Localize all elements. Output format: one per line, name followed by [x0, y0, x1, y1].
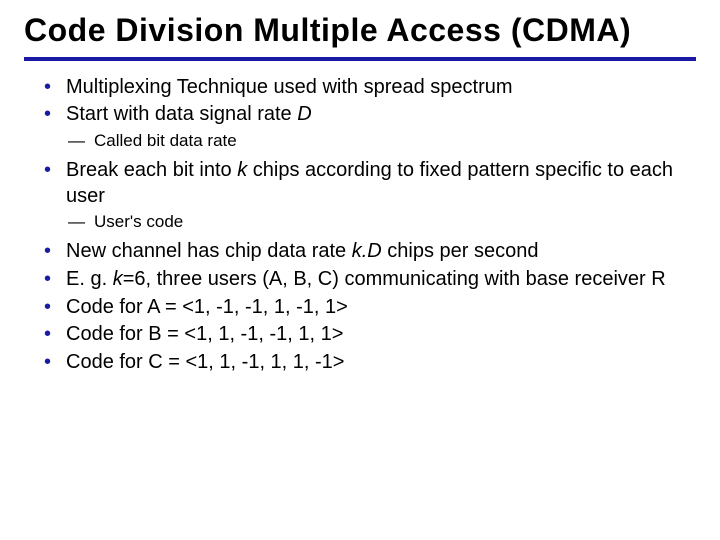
- bullet-3-var-k: k: [237, 159, 247, 181]
- bullet-5: E. g. k=6, three users (A, B, C) communi…: [66, 267, 696, 293]
- slide-title: Code Division Multiple Access (CDMA): [24, 12, 696, 49]
- bullet-4: New channel has chip data rate k.D chips…: [66, 239, 696, 265]
- bullet-3-sub-1: User's code: [94, 211, 696, 233]
- bullet-4-pre: New channel has chip data rate: [66, 240, 352, 262]
- bullet-3-sublist: User's code: [66, 211, 696, 233]
- bullet-4-var-kd: k.D: [352, 240, 382, 262]
- bullet-2: Start with data signal rate D Called bit…: [66, 102, 696, 152]
- bullet-2-sub-1: Called bit data rate: [94, 130, 696, 152]
- bullet-1: Multiplexing Technique used with spread …: [66, 75, 696, 101]
- bullet-2-sublist: Called bit data rate: [66, 130, 696, 152]
- bullet-5-var-k: k: [113, 268, 123, 290]
- bullet-list: Multiplexing Technique used with spread …: [24, 75, 696, 376]
- bullet-8: Code for C = <1, 1, -1, 1, 1, -1>: [66, 350, 696, 376]
- bullet-6: Code for A = <1, -1, -1, 1, -1, 1>: [66, 295, 696, 321]
- bullet-2-text: Start with data signal rate: [66, 103, 297, 125]
- bullet-7: Code for B = <1, 1, -1, -1, 1, 1>: [66, 322, 696, 348]
- title-underline: [24, 57, 696, 61]
- bullet-5-pre: E. g.: [66, 268, 113, 290]
- bullet-3: Break each bit into k chips according to…: [66, 158, 696, 233]
- bullet-3-pre: Break each bit into: [66, 159, 237, 181]
- bullet-1-text: Multiplexing Technique used with spread …: [66, 76, 513, 98]
- bullet-5-post: =6, three users (A, B, C) communicating …: [123, 268, 666, 290]
- bullet-4-post: chips per second: [382, 240, 539, 262]
- bullet-2-var-d: D: [297, 103, 311, 125]
